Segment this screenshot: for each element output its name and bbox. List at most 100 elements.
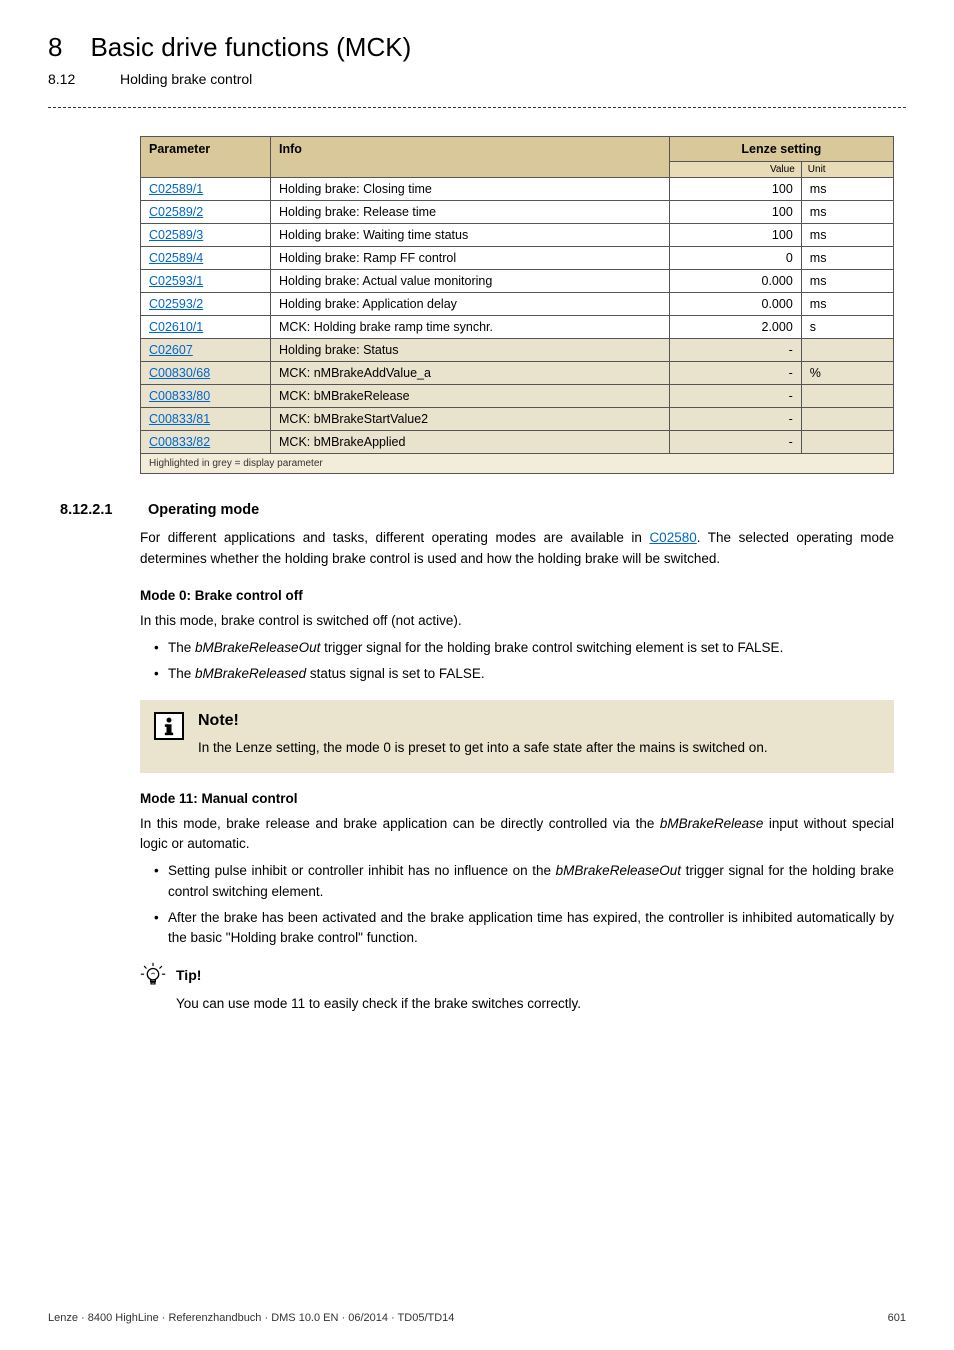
cell-unit: ms	[801, 224, 893, 247]
table-row: C02589/1Holding brake: Closing time100ms	[141, 178, 894, 201]
table-row: C00833/82MCK: bMBrakeApplied-	[141, 431, 894, 454]
cell-unit: %	[801, 362, 893, 385]
parameter-link[interactable]: C02607	[149, 343, 193, 357]
chapter-number: 8	[48, 32, 62, 63]
cell-parameter: C02589/2	[141, 201, 271, 224]
content-area: Parameter Info Lenze setting Value Unit …	[0, 108, 954, 1015]
subsection-title: Operating mode	[148, 502, 259, 518]
text: After the brake has been activated and t…	[168, 910, 894, 945]
footer-left: Lenze · 8400 HighLine · Referenzhandbuch…	[48, 1312, 454, 1324]
cell-parameter: C00833/81	[141, 408, 271, 431]
table-row: C00830/68MCK: nMBrakeAddValue_a-%	[141, 362, 894, 385]
cell-parameter: C02593/2	[141, 293, 271, 316]
th-value: Value	[669, 162, 801, 178]
list-item: After the brake has been activated and t…	[154, 908, 894, 949]
parameter-link[interactable]: C00833/82	[149, 435, 210, 449]
cell-info: Holding brake: Status	[271, 339, 670, 362]
parameter-link[interactable]: C02589/2	[149, 205, 203, 219]
table-footnote: Highlighted in grey = display parameter	[141, 454, 894, 474]
note-body: Note! In the Lenze setting, the mode 0 i…	[198, 712, 880, 758]
cell-parameter: C02589/1	[141, 178, 271, 201]
emphasis: bMBrakeReleaseOut	[556, 863, 681, 878]
text: trigger signal for the holding brake con…	[320, 640, 783, 655]
table-row: C02593/1 Holding brake: Actual value moni…	[141, 270, 894, 293]
cell-unit	[801, 408, 893, 431]
parameter-table: Parameter Info Lenze setting Value Unit …	[140, 136, 894, 474]
th-lenze-setting: Lenze setting	[669, 137, 893, 162]
cell-info: Holding brake: Ramp FF control	[271, 247, 670, 270]
emphasis: bMBrakeRelease	[660, 816, 764, 831]
section-body: For different applications and tasks, di…	[140, 528, 894, 1015]
th-unit: Unit	[801, 162, 893, 178]
parameter-link[interactable]: C02593/1	[149, 274, 203, 288]
page-number: 601	[888, 1312, 906, 1324]
parameter-link[interactable]: C02589/3	[149, 228, 203, 242]
table-row: C02593/2Holding brake: Application delay…	[141, 293, 894, 316]
link-c02580[interactable]: C02580	[649, 530, 696, 545]
cell-value: 2.000	[669, 316, 801, 339]
cell-parameter: C00833/82	[141, 431, 271, 454]
page-footer: Lenze · 8400 HighLine · Referenzhandbuch…	[48, 1312, 906, 1324]
tip-text: You can use mode 11 to easily check if t…	[176, 994, 894, 1014]
note-callout: Note! In the Lenze setting, the mode 0 i…	[140, 700, 894, 772]
table-row: C00833/80MCK: bMBrakeRelease-	[141, 385, 894, 408]
chapter-title: Basic drive functions (MCK)	[90, 32, 411, 63]
mode0-list: The bMBrakeReleaseOut trigger signal for…	[154, 638, 894, 685]
cell-value: -	[669, 431, 801, 454]
section-number: 8.12	[48, 71, 92, 87]
cell-parameter: C02593/1	[141, 270, 271, 293]
cell-value: -	[669, 385, 801, 408]
text: Setting pulse inhibit or controller inhi…	[168, 863, 556, 878]
cell-parameter: C02589/4	[141, 247, 271, 270]
cell-unit: ms	[801, 270, 893, 293]
parameter-link[interactable]: C00833/80	[149, 389, 210, 403]
parameter-link[interactable]: C00830/68	[149, 366, 210, 380]
table-row: C02589/2Holding brake: Release time100ms	[141, 201, 894, 224]
table-row: C02607 Holding brake: Status-	[141, 339, 894, 362]
cell-value: 100	[669, 178, 801, 201]
subsection-number: 8.12.2.1	[60, 502, 120, 518]
cell-parameter: C00833/80	[141, 385, 271, 408]
subsection-heading: 8.12.2.1 Operating mode	[60, 502, 894, 518]
cell-unit: ms	[801, 247, 893, 270]
cell-info: Holding brake: Actual value monitoring	[271, 270, 670, 293]
parameter-link[interactable]: C02610/1	[149, 320, 203, 334]
mode11-list: Setting pulse inhibit or controller inhi…	[154, 861, 894, 948]
mode0-heading: Mode 0: Brake control off	[140, 588, 894, 603]
note-text: In the Lenze setting, the mode 0 is pres…	[198, 738, 880, 758]
tip-title: Tip!	[176, 967, 201, 983]
parameter-link[interactable]: C02589/4	[149, 251, 203, 265]
mode11-heading: Mode 11: Manual control	[140, 791, 894, 806]
cell-value: 0	[669, 247, 801, 270]
cell-value: 0.000	[669, 270, 801, 293]
cell-info: MCK: bMBrakeStartValue2	[271, 408, 670, 431]
cell-value: 100	[669, 201, 801, 224]
table-row: C02589/4 Holding brake: Ramp FF control0m…	[141, 247, 894, 270]
cell-unit	[801, 431, 893, 454]
info-icon	[154, 712, 184, 740]
table-row: C02610/1 MCK: Holding brake ramp time syn…	[141, 316, 894, 339]
parameter-link[interactable]: C00833/81	[149, 412, 210, 426]
cell-value: -	[669, 339, 801, 362]
list-item: Setting pulse inhibit or controller inhi…	[154, 861, 894, 902]
list-item: The bMBrakeReleased status signal is set…	[154, 664, 894, 684]
mode11-intro: In this mode, brake release and brake ap…	[140, 814, 894, 856]
table-row: C00833/81 MCK: bMBrakeStartValue2-	[141, 408, 894, 431]
text: The	[168, 640, 195, 655]
cell-parameter: C02589/3	[141, 224, 271, 247]
intro-pre: For different applications and tasks, di…	[140, 530, 649, 545]
mode0-intro: In this mode, brake control is switched …	[140, 611, 894, 632]
text: status signal is set to FALSE.	[306, 666, 485, 681]
parameter-link[interactable]: C02593/2	[149, 297, 203, 311]
list-item: The bMBrakeReleaseOut trigger signal for…	[154, 638, 894, 658]
cell-value: 0.000	[669, 293, 801, 316]
cell-value: -	[669, 408, 801, 431]
cell-unit	[801, 385, 893, 408]
emphasis: bMBrakeReleased	[195, 666, 306, 681]
cell-unit: ms	[801, 201, 893, 224]
chapter-line: 8 Basic drive functions (MCK)	[48, 32, 906, 63]
cell-info: MCK: Holding brake ramp time synchr.	[271, 316, 670, 339]
parameter-link[interactable]: C02589/1	[149, 182, 203, 196]
section-title: Holding brake control	[120, 71, 252, 87]
cell-info: Holding brake: Closing time	[271, 178, 670, 201]
